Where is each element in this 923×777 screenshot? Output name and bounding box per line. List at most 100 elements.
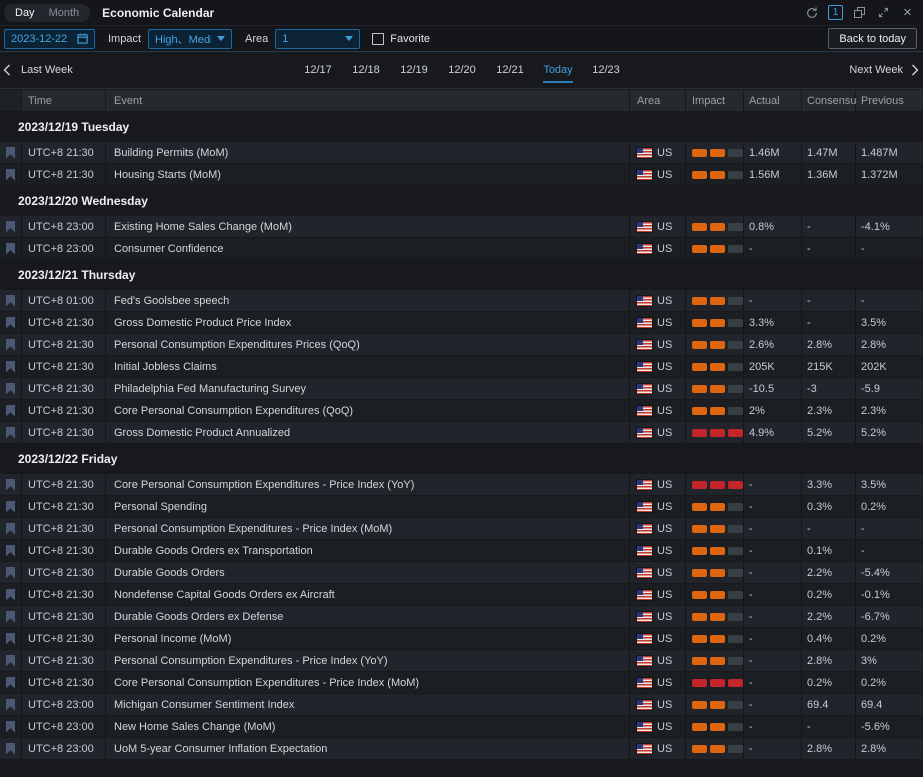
date-picker[interactable]: 2023-12-22 bbox=[4, 29, 95, 49]
event-row[interactable]: UTC+8 21:30 Core Personal Consumption Ex… bbox=[0, 400, 923, 421]
row-previous: 1.372M bbox=[856, 164, 923, 185]
event-row[interactable]: UTC+8 23:00 Existing Home Sales Change (… bbox=[0, 216, 923, 237]
refresh-icon[interactable] bbox=[804, 5, 819, 20]
bookmark-cell[interactable] bbox=[0, 628, 22, 649]
tab-month[interactable]: Month bbox=[42, 6, 87, 20]
bookmark-cell[interactable] bbox=[0, 694, 22, 715]
event-row[interactable]: UTC+8 21:30 Initial Jobless Claims US 20… bbox=[0, 356, 923, 377]
bookmark-cell[interactable] bbox=[0, 474, 22, 495]
next-week-button[interactable]: Next Week bbox=[849, 64, 919, 76]
bookmark-icon bbox=[6, 721, 15, 733]
weekday-tab[interactable]: 12/19 bbox=[390, 52, 438, 88]
weekday-tab[interactable]: 12/21 bbox=[486, 52, 534, 88]
area-filter-select[interactable]: 1 bbox=[275, 29, 360, 49]
event-row[interactable]: UTC+8 21:30 Philadelphia Fed Manufacturi… bbox=[0, 378, 923, 399]
event-row[interactable]: UTC+8 21:30 Gross Domestic Product Annua… bbox=[0, 422, 923, 443]
event-row[interactable]: UTC+8 21:30 Personal Consumption Expendi… bbox=[0, 518, 923, 539]
bookmark-cell[interactable] bbox=[0, 672, 22, 693]
event-row[interactable]: UTC+8 21:30 Gross Domestic Product Price… bbox=[0, 312, 923, 333]
us-flag-icon bbox=[637, 170, 652, 180]
bookmark-cell[interactable] bbox=[0, 562, 22, 583]
event-row[interactable]: UTC+8 21:30 Personal Consumption Expendi… bbox=[0, 334, 923, 355]
page-title: Economic Calendar bbox=[102, 6, 214, 20]
event-row[interactable]: UTC+8 23:00 UoM 5-year Consumer Inflatio… bbox=[0, 738, 923, 759]
us-flag-icon bbox=[637, 700, 652, 710]
row-impact bbox=[686, 422, 744, 443]
row-area-label: US bbox=[657, 743, 672, 755]
weekday-tab[interactable]: Today bbox=[534, 52, 582, 88]
header-event: Event bbox=[106, 90, 630, 111]
expand-icon[interactable] bbox=[876, 5, 891, 20]
row-consensus: 215K bbox=[802, 356, 856, 377]
impact-bars bbox=[692, 407, 743, 415]
layout-count-badge[interactable]: 1 bbox=[828, 5, 843, 20]
weekday-tab[interactable]: 12/23 bbox=[582, 52, 630, 88]
row-time: UTC+8 23:00 bbox=[22, 238, 106, 259]
event-row[interactable]: UTC+8 21:30 Durable Goods Orders ex Defe… bbox=[0, 606, 923, 627]
bookmark-cell[interactable] bbox=[0, 738, 22, 759]
bookmark-cell[interactable] bbox=[0, 334, 22, 355]
event-row[interactable]: UTC+8 21:30 Personal Spending US - 0.3% … bbox=[0, 496, 923, 517]
bookmark-cell[interactable] bbox=[0, 164, 22, 185]
bookmark-icon bbox=[6, 523, 15, 535]
bookmark-icon bbox=[6, 169, 15, 181]
event-row[interactable]: UTC+8 21:30 Core Personal Consumption Ex… bbox=[0, 474, 923, 495]
bookmark-cell[interactable] bbox=[0, 142, 22, 163]
tab-day[interactable]: Day bbox=[8, 6, 42, 20]
row-actual: 2.6% bbox=[744, 334, 802, 355]
bookmark-cell[interactable] bbox=[0, 716, 22, 737]
impact-bars bbox=[692, 701, 743, 709]
row-impact bbox=[686, 672, 744, 693]
bookmark-cell[interactable] bbox=[0, 650, 22, 671]
row-area-label: US bbox=[657, 361, 672, 373]
impact-bars bbox=[692, 569, 743, 577]
bookmark-cell[interactable] bbox=[0, 312, 22, 333]
event-row[interactable]: UTC+8 21:30 Core Personal Consumption Ex… bbox=[0, 672, 923, 693]
bookmark-cell[interactable] bbox=[0, 356, 22, 377]
row-area-label: US bbox=[657, 317, 672, 329]
row-actual: - bbox=[744, 474, 802, 495]
bookmark-cell[interactable] bbox=[0, 422, 22, 443]
event-row[interactable]: UTC+8 21:30 Durable Goods Orders US - 2.… bbox=[0, 562, 923, 583]
bookmark-cell[interactable] bbox=[0, 216, 22, 237]
bookmark-cell[interactable] bbox=[0, 378, 22, 399]
weekday-tab[interactable]: 12/20 bbox=[438, 52, 486, 88]
event-row[interactable]: UTC+8 23:00 Michigan Consumer Sentiment … bbox=[0, 694, 923, 715]
weekday-tab[interactable]: 12/17 bbox=[294, 52, 342, 88]
row-area: US bbox=[630, 290, 686, 311]
back-to-today-button[interactable]: Back to today bbox=[828, 28, 917, 49]
restore-window-icon[interactable] bbox=[852, 5, 867, 20]
us-flag-icon bbox=[637, 590, 652, 600]
last-week-button[interactable]: Last Week bbox=[3, 64, 73, 76]
close-icon[interactable]: × bbox=[900, 5, 915, 20]
weekday-tab[interactable]: 12/18 bbox=[342, 52, 390, 88]
event-row[interactable]: UTC+8 01:00 Fed's Goolsbee speech US - -… bbox=[0, 290, 923, 311]
event-row[interactable]: UTC+8 21:30 Personal Consumption Expendi… bbox=[0, 650, 923, 671]
event-row[interactable]: UTC+8 23:00 New Home Sales Change (MoM) … bbox=[0, 716, 923, 737]
bookmark-cell[interactable] bbox=[0, 496, 22, 517]
bookmark-icon bbox=[6, 361, 15, 373]
impact-bars bbox=[692, 745, 743, 753]
favorite-checkbox[interactable] bbox=[372, 33, 384, 45]
row-previous: -4.1% bbox=[856, 216, 923, 237]
bookmark-cell[interactable] bbox=[0, 400, 22, 421]
header-pin bbox=[0, 90, 22, 111]
bookmark-cell[interactable] bbox=[0, 518, 22, 539]
row-area-label: US bbox=[657, 721, 672, 733]
row-event: Personal Consumption Expenditures - Pric… bbox=[106, 650, 630, 671]
event-row[interactable]: UTC+8 21:30 Personal Income (MoM) US - 0… bbox=[0, 628, 923, 649]
row-time: UTC+8 23:00 bbox=[22, 694, 106, 715]
event-row[interactable]: UTC+8 21:30 Housing Starts (MoM) US 1.56… bbox=[0, 164, 923, 185]
event-row[interactable]: UTC+8 21:30 Durable Goods Orders ex Tran… bbox=[0, 540, 923, 561]
bookmark-cell[interactable] bbox=[0, 606, 22, 627]
row-consensus: - bbox=[802, 716, 856, 737]
bookmark-cell[interactable] bbox=[0, 238, 22, 259]
bookmark-cell[interactable] bbox=[0, 290, 22, 311]
bookmark-cell[interactable] bbox=[0, 540, 22, 561]
event-row[interactable]: UTC+8 23:00 Consumer Confidence US - - - bbox=[0, 238, 923, 259]
event-row[interactable]: UTC+8 21:30 Nondefense Capital Goods Ord… bbox=[0, 584, 923, 605]
event-row[interactable]: UTC+8 21:30 Building Permits (MoM) US 1.… bbox=[0, 142, 923, 163]
bookmark-cell[interactable] bbox=[0, 584, 22, 605]
row-event: Consumer Confidence bbox=[106, 238, 630, 259]
impact-filter-select[interactable]: High、Medi... bbox=[148, 29, 232, 49]
